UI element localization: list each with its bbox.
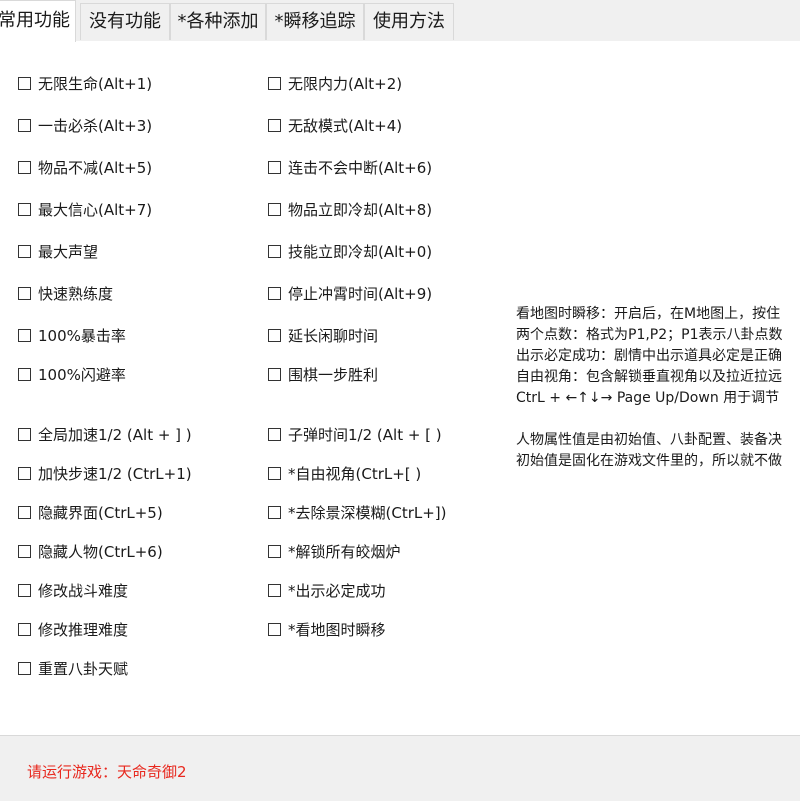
status-text: 请运行游戏：天命奇御2 [27,763,187,781]
checkbox-label: *看地图时瞬移 [288,621,386,639]
checkbox-box[interactable] [268,77,281,90]
checkbox-label: 重置八卦天赋 [38,660,129,678]
tab-teleport-track[interactable]: *瞬移追踪 [266,3,364,40]
checkbox-label: 围棋一步胜利 [288,366,379,384]
tab-no-features[interactable]: 没有功能 [80,3,170,40]
checkbox-box[interactable] [268,161,281,174]
checkbox-box[interactable] [18,545,31,558]
info-line-blank [516,409,800,430]
checkbox-box[interactable] [18,662,31,675]
checkbox-label: 延长闲聊时间 [288,327,379,345]
checkbox-label: 修改战斗难度 [38,582,129,600]
status-bar: 请运行游戏：天命奇御2 [0,735,800,801]
checkbox-label: 加快步速1/2 (CtrL+1) [38,465,192,483]
checkbox-label: 隐藏界面(CtrL+5) [38,504,163,522]
info-line: CtrL + ←↑↓→ Page Up/Down 用于调节 [516,390,780,406]
features-panel: 无限生命(Alt+1) 一击必杀(Alt+3) 物品不减(Alt+5) 最大信心… [0,41,800,735]
checkbox-box[interactable] [18,428,31,441]
checkbox-box[interactable] [268,584,281,597]
checkbox-label: 隐藏人物(CtrL+6) [38,543,163,561]
checkbox-box[interactable] [18,506,31,519]
checkbox-label: 最大声望 [38,243,99,261]
info-line: 出示必定成功：剧情中出示道具必定是正确 [516,348,782,364]
checkbox-label: 技能立即冷却(Alt+0) [288,243,433,261]
checkbox-label: 物品立即冷却(Alt+8) [288,201,433,219]
checkbox-label: 一击必杀(Alt+3) [38,117,153,135]
checkbox-box[interactable] [18,77,31,90]
checkbox-label: *出示必定成功 [288,582,386,600]
checkbox-box[interactable] [18,467,31,480]
checkbox-box[interactable] [268,623,281,636]
checkbox-label: 100%暴击率 [38,327,126,345]
checkbox-label: 停止冲霄时间(Alt+9) [288,285,433,303]
checkbox-box[interactable] [268,428,281,441]
checkbox-box[interactable] [268,287,281,300]
checkbox-label: *自由视角(CtrL+[ ) [288,465,422,483]
info-line: 看地图时瞬移：开启后，在M地图上，按住 [516,306,781,322]
info-line: 初始值是固化在游戏文件里的，所以就不做 [516,453,782,469]
checkbox-box[interactable] [268,467,281,480]
checkbox-label: 最大信心(Alt+7) [38,201,153,219]
checkbox-box[interactable] [18,368,31,381]
checkbox-label: *解锁所有皎烟炉 [288,543,401,561]
checkbox-label: 无敌模式(Alt+4) [288,117,403,135]
checkbox-box[interactable] [268,368,281,381]
checkbox-box[interactable] [18,161,31,174]
checkbox-box[interactable] [18,287,31,300]
tab-bar: 常用功能 没有功能 *各种添加 *瞬移追踪 使用方法 [0,0,800,42]
checkbox-box[interactable] [268,506,281,519]
checkbox-box[interactable] [18,623,31,636]
checkbox-box[interactable] [268,245,281,258]
checkbox-box[interactable] [18,203,31,216]
checkbox-label: 全局加速1/2 (Alt + ] ) [38,426,192,444]
checkbox-label: 修改推理难度 [38,621,129,639]
checkbox-label: 无限内力(Alt+2) [288,75,403,93]
checkbox-label: 子弹时间1/2 (Alt + [ ) [288,426,442,444]
checkbox-box[interactable] [18,584,31,597]
checkbox-box[interactable] [268,545,281,558]
checkbox-label: 连击不会中断(Alt+6) [288,159,433,177]
checkbox-box[interactable] [268,203,281,216]
checkbox-label: 无限生命(Alt+1) [38,75,153,93]
checkbox-label: 物品不减(Alt+5) [38,159,153,177]
info-line: 人物属性值是由初始值、八卦配置、装备决 [516,432,782,448]
checkbox-label: 100%闪避率 [38,366,126,384]
tab-various-add[interactable]: *各种添加 [170,3,266,40]
info-line: 两个点数：格式为P1,P2；P1表示八卦点数 [516,327,783,343]
info-line: 自由视角：包含解锁垂直视角以及拉近拉远 [516,369,782,385]
info-text: 看地图时瞬移：开启后，在M地图上，按住 两个点数：格式为P1,P2；P1表示八卦… [516,304,800,472]
tab-usage[interactable]: 使用方法 [364,3,454,40]
checkbox-label: 快速熟练度 [38,285,114,303]
checkbox-label: *去除景深模糊(CtrL+]) [288,504,447,522]
checkbox-box[interactable] [18,329,31,342]
checkbox-box[interactable] [18,119,31,132]
checkbox-box[interactable] [268,119,281,132]
checkbox-box[interactable] [268,329,281,342]
tab-common-features[interactable]: 常用功能 [0,0,76,42]
checkbox-box[interactable] [18,245,31,258]
